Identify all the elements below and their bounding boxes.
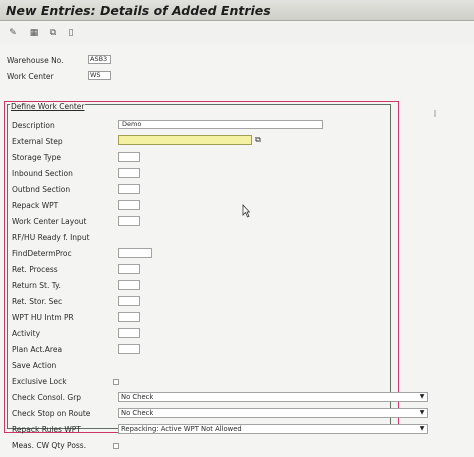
plan-act-area-label: Plan Act.Area	[12, 345, 63, 354]
title-bar: New Entries: Details of Added Entries	[0, 0, 474, 21]
storage-type-input[interactable]	[118, 152, 140, 162]
exclusive-lock-checkbox[interactable]	[113, 379, 119, 385]
check-consol-grp-value: No Check	[121, 393, 154, 401]
ret-stor-sec-label: Ret. Stor. Sec	[12, 297, 63, 306]
repack-rules-wpt-select[interactable]: Repacking: Active WPT Not Allowed ▼	[118, 424, 428, 434]
ret-stor-sec-input[interactable]	[118, 296, 140, 306]
outbound-section-label: Outbnd Section	[12, 185, 71, 194]
repack-rules-wpt-value: Repacking: Active WPT Not Allowed	[121, 425, 242, 433]
check-consol-grp-label: Check Consol. Grp	[12, 393, 82, 402]
work-center-layout-input[interactable]	[118, 216, 140, 226]
application-toolbar: ✎ ▦ ⧉ ▯	[0, 22, 474, 44]
storage-type-label: Storage Type	[12, 153, 61, 162]
ret-process-label: Ret. Process	[12, 265, 58, 274]
workcenter-field[interactable]: WS	[88, 71, 111, 80]
rfhu-ready-input-label: RF/HU Ready f. Input	[12, 233, 90, 242]
description-label: Description	[12, 121, 55, 130]
activity-input[interactable]	[118, 328, 140, 338]
activity-label: Activity	[12, 329, 41, 338]
meas-cw-qty-poss-label: Meas. CW Qty Poss.	[12, 441, 87, 450]
warehouse-label: Warehouse No.	[7, 56, 64, 65]
repack-wpt-input[interactable]	[118, 200, 140, 210]
work-center-layout-label: Work Center Layout	[12, 217, 87, 226]
check-stop-on-route-label: Check Stop on Route	[12, 409, 91, 418]
return-st-ty-label: Return St. Ty.	[12, 281, 61, 290]
external-step-label: External Step	[12, 137, 63, 146]
plan-act-area-input[interactable]	[118, 344, 140, 354]
find-determ-proc-input[interactable]	[118, 248, 152, 258]
check-stop-on-route-select[interactable]: No Check ▼	[118, 408, 428, 418]
chevron-down-icon[interactable]: ▼	[418, 425, 426, 433]
search-help-icon[interactable]: ⧉	[253, 135, 263, 145]
wpt-hu-intm-pr-label: WPT HU Intm PR	[12, 313, 74, 322]
chevron-down-icon[interactable]: ▼	[418, 409, 426, 417]
table-icon[interactable]: ▦	[29, 28, 39, 38]
ret-process-input[interactable]	[118, 264, 140, 274]
check-stop-on-route-value: No Check	[121, 409, 154, 417]
meas-cw-qty-poss-checkbox[interactable]	[113, 443, 119, 449]
return-st-ty-input[interactable]	[118, 280, 140, 290]
display-change-icon[interactable]: ✎	[8, 28, 18, 38]
outbound-section-input[interactable]	[118, 184, 140, 194]
exclusive-lock-label: Exclusive Lock	[12, 377, 67, 386]
warehouse-field[interactable]: ASB3	[88, 55, 111, 64]
wpt-hu-intm-pr-input[interactable]	[118, 312, 140, 322]
workcenter-label: Work Center	[7, 72, 54, 81]
scrollbar-indicator[interactable]	[434, 110, 436, 117]
repack-wpt-label: Repack WPT	[12, 201, 59, 210]
page-title: New Entries: Details of Added Entries	[6, 3, 271, 18]
save-action-label: Save Action	[12, 361, 57, 370]
inbound-section-label: Inbound Section	[12, 169, 73, 178]
group-title: Define Work Center	[10, 102, 86, 111]
chevron-down-icon[interactable]: ▼	[418, 393, 426, 401]
external-step-input[interactable]	[118, 135, 252, 145]
inbound-section-input[interactable]	[118, 168, 140, 178]
document-icon[interactable]: ▯	[66, 28, 76, 38]
description-input[interactable]: Demo	[118, 120, 323, 129]
mouse-cursor-icon	[242, 204, 250, 218]
copy-icon[interactable]: ⧉	[48, 28, 58, 38]
check-consol-grp-select[interactable]: No Check ▼	[118, 392, 428, 402]
find-determ-proc-label: FindDetermProc	[12, 249, 72, 258]
repack-rules-wpt-label: Repack Rules WPT	[12, 425, 81, 434]
